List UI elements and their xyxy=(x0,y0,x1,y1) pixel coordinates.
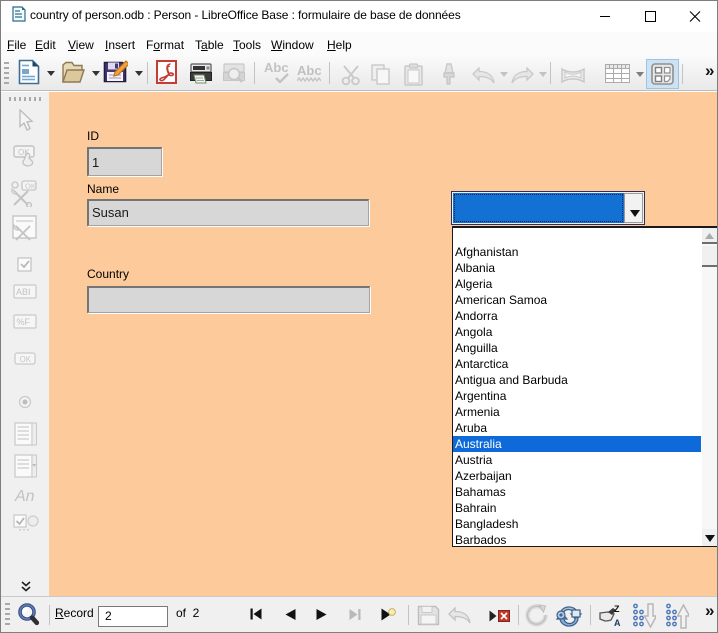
svg-text:A: A xyxy=(614,618,621,627)
svg-text:%F: %F xyxy=(17,317,31,327)
svg-text:OK: OK xyxy=(20,355,32,364)
svg-text:ABI: ABI xyxy=(16,287,31,297)
svg-text:Z: Z xyxy=(614,605,620,614)
svg-text:OK: OK xyxy=(25,182,36,191)
